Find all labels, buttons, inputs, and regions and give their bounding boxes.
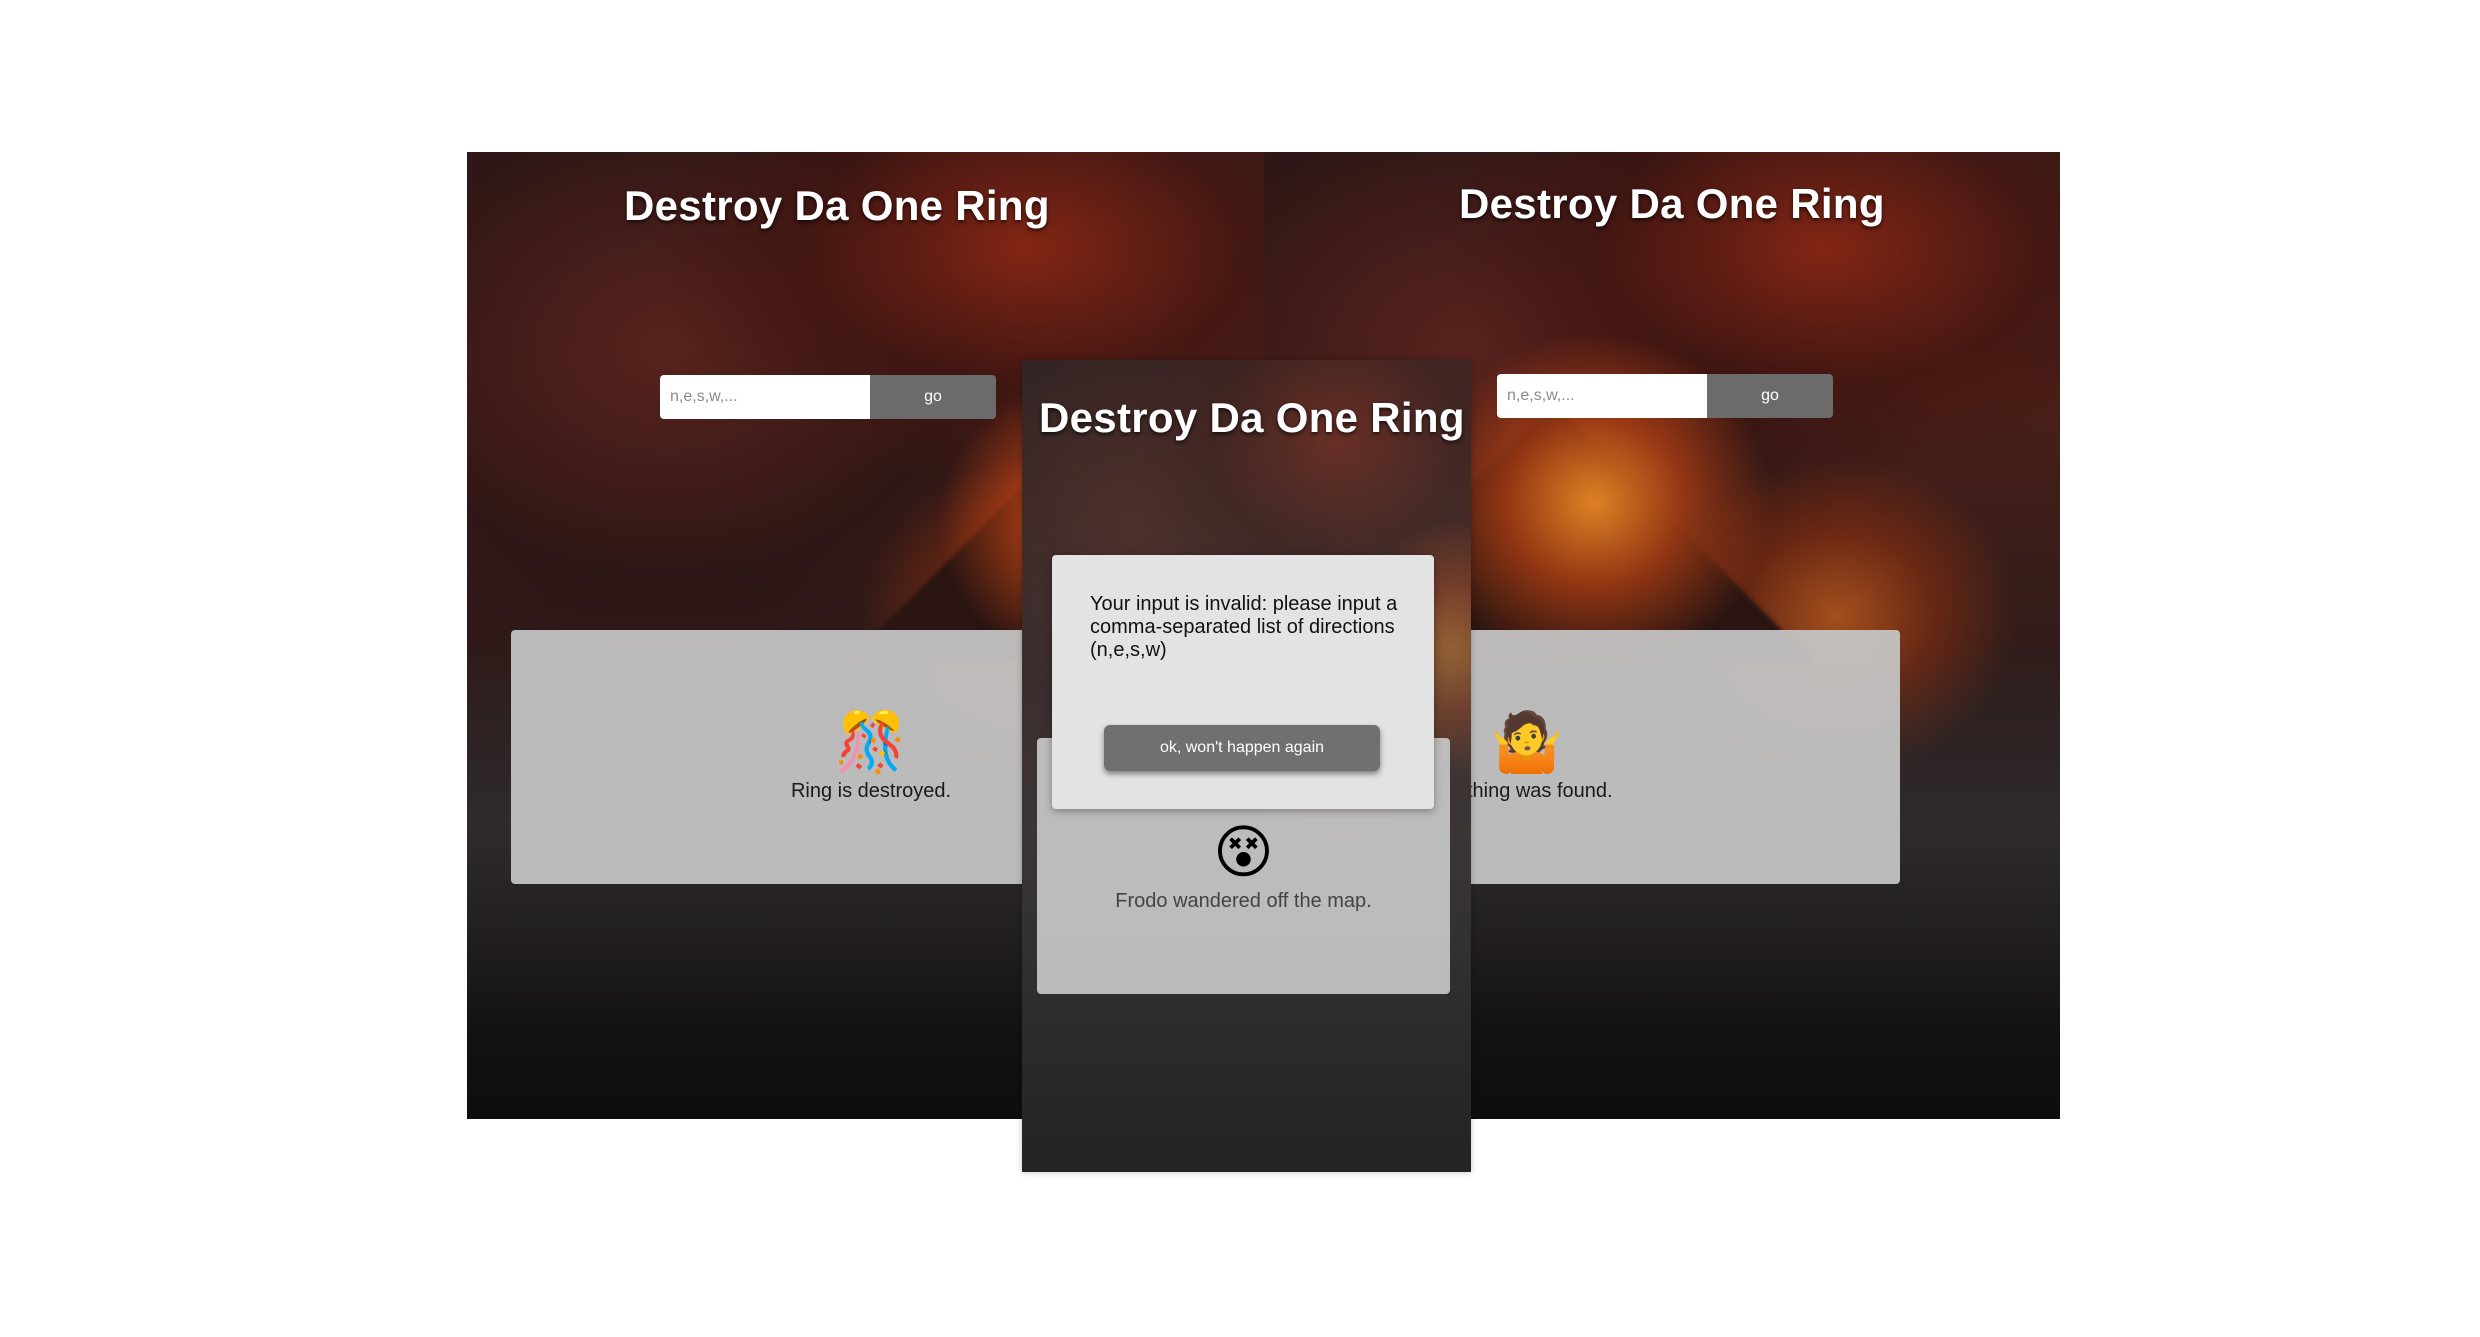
dismiss-button[interactable]: ok, won't happen again: [1104, 725, 1380, 771]
go-button[interactable]: go: [870, 375, 996, 419]
screen-invalid-input: Destroy Da One Ring 😵 Frodo wandered off…: [1022, 360, 1471, 1172]
direction-form: go: [1497, 374, 1833, 418]
page-title: Destroy Da One Ring: [624, 182, 1050, 229]
invalid-input-dialog: Your input is invalid: please input a co…: [1052, 555, 1434, 809]
stage: Destroy Da One Ring go 🎊 Ring is destroy…: [0, 0, 2480, 1337]
dialog-message: Your input is invalid: please input a co…: [1090, 593, 1398, 661]
directions-input[interactable]: [660, 375, 870, 419]
go-button[interactable]: go: [1707, 374, 1833, 418]
directions-input[interactable]: [1497, 374, 1707, 418]
dizzy-face-icon: 😵: [1213, 818, 1274, 886]
page-title: Destroy Da One Ring: [1459, 180, 1885, 227]
direction-form: go: [660, 375, 996, 419]
result-message: Frodo wandered off the map.: [1115, 890, 1372, 912]
page-title: Destroy Da One Ring: [1039, 394, 1465, 441]
